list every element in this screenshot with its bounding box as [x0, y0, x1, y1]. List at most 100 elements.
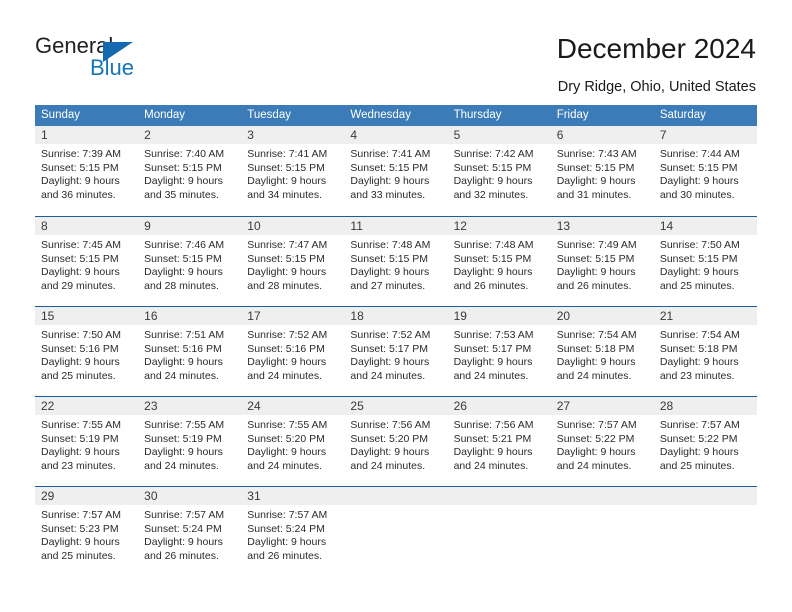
- day-details: Sunrise: 7:49 AM Sunset: 5:15 PM Dayligh…: [551, 235, 654, 293]
- day-cell[interactable]: 30 Sunrise: 7:57 AM Sunset: 5:24 PM Dayl…: [138, 487, 242, 576]
- day-cell[interactable]: 4 Sunrise: 7:41 AM Sunset: 5:15 PM Dayli…: [344, 126, 448, 216]
- daylight-text-line2: and 24 minutes.: [556, 369, 632, 382]
- daylight-text-line2: and 25 minutes.: [659, 279, 735, 292]
- day-cell[interactable]: 6 Sunrise: 7:43 AM Sunset: 5:15 PM Dayli…: [550, 126, 654, 216]
- daylight-text-line1: Daylight: 9 hours: [556, 446, 636, 459]
- day-number: 8: [35, 217, 139, 235]
- day-details: [344, 505, 447, 509]
- weekday-header-monday: Monday: [144, 109, 186, 121]
- day-cell[interactable]: 14 Sunrise: 7:50 AM Sunset: 5:15 PM Dayl…: [653, 217, 757, 306]
- weekday-header-saturday: Saturday: [659, 109, 706, 121]
- day-cell[interactable]: 26 Sunrise: 7:56 AM Sunset: 5:21 PM Dayl…: [447, 397, 551, 486]
- daylight-text-line2: and 26 minutes.: [556, 279, 632, 292]
- day-cell[interactable]: 3 Sunrise: 7:41 AM Sunset: 5:15 PM Dayli…: [241, 126, 345, 216]
- day-cell[interactable]: 11 Sunrise: 7:48 AM Sunset: 5:15 PM Dayl…: [344, 217, 448, 306]
- daylight-text-line1: Daylight: 9 hours: [453, 446, 533, 459]
- week-row: 29 Sunrise: 7:57 AM Sunset: 5:23 PM Dayl…: [35, 486, 757, 576]
- day-cell[interactable]: 17 Sunrise: 7:52 AM Sunset: 5:16 PM Dayl…: [241, 307, 345, 396]
- day-cell[interactable]: 2 Sunrise: 7:40 AM Sunset: 5:15 PM Dayli…: [138, 126, 242, 216]
- daylight-text-line2: and 32 minutes.: [453, 188, 529, 201]
- daylight-text-line1: Daylight: 9 hours: [247, 356, 327, 369]
- day-details: Sunrise: 7:43 AM Sunset: 5:15 PM Dayligh…: [551, 144, 654, 202]
- daylight-text-line2: and 25 minutes.: [659, 459, 735, 472]
- day-number: 24: [241, 397, 345, 415]
- day-cell[interactable]: 27 Sunrise: 7:57 AM Sunset: 5:22 PM Dayl…: [550, 397, 654, 486]
- day-cell[interactable]: 21 Sunrise: 7:54 AM Sunset: 5:18 PM Dayl…: [653, 307, 757, 396]
- day-cell[interactable]: 29 Sunrise: 7:57 AM Sunset: 5:23 PM Dayl…: [35, 487, 139, 576]
- day-details: Sunrise: 7:46 AM Sunset: 5:15 PM Dayligh…: [138, 235, 241, 293]
- generalblue-logo[interactable]: General Blue: [35, 34, 215, 86]
- day-cell[interactable]: 20 Sunrise: 7:54 AM Sunset: 5:18 PM Dayl…: [550, 307, 654, 396]
- day-number: 28: [653, 397, 757, 415]
- week-row: 1 Sunrise: 7:39 AM Sunset: 5:15 PM Dayli…: [35, 126, 757, 216]
- sunrise-text: Sunrise: 7:50 AM: [659, 239, 740, 251]
- sunrise-text: Sunrise: 7:40 AM: [144, 148, 225, 160]
- day-cell[interactable]: 25 Sunrise: 7:56 AM Sunset: 5:20 PM Dayl…: [344, 397, 448, 486]
- day-details: Sunrise: 7:51 AM Sunset: 5:16 PM Dayligh…: [138, 325, 241, 383]
- sunset-text: Sunset: 5:15 PM: [556, 252, 635, 265]
- day-cell-empty: [550, 487, 654, 576]
- sunset-text: Sunset: 5:16 PM: [144, 342, 222, 355]
- daylight-text-line1: Daylight: 9 hours: [247, 266, 327, 279]
- day-number: 4: [344, 126, 448, 144]
- daylight-text-line2: and 28 minutes.: [144, 279, 219, 292]
- day-number: 21: [653, 307, 757, 325]
- sunrise-text: Sunrise: 7:39 AM: [41, 148, 121, 160]
- daylight-text-line1: Daylight: 9 hours: [556, 175, 636, 188]
- daylight-text-line1: Daylight: 9 hours: [41, 446, 120, 459]
- day-details: Sunrise: 7:48 AM Sunset: 5:15 PM Dayligh…: [448, 235, 551, 293]
- sunset-text: Sunset: 5:15 PM: [556, 161, 635, 174]
- day-details: Sunrise: 7:54 AM Sunset: 5:18 PM Dayligh…: [654, 325, 757, 383]
- day-number: [653, 487, 757, 505]
- day-cell[interactable]: 1 Sunrise: 7:39 AM Sunset: 5:15 PM Dayli…: [35, 126, 139, 216]
- day-details: Sunrise: 7:56 AM Sunset: 5:21 PM Dayligh…: [448, 415, 551, 473]
- sunset-text: Sunset: 5:17 PM: [453, 342, 532, 355]
- sunset-text: Sunset: 5:15 PM: [453, 252, 532, 265]
- page-title: December 2024: [556, 33, 756, 64]
- daylight-text-line1: Daylight: 9 hours: [659, 446, 739, 459]
- sunrise-text: Sunrise: 7:55 AM: [247, 419, 328, 431]
- day-cell[interactable]: 22 Sunrise: 7:55 AM Sunset: 5:19 PM Dayl…: [35, 397, 139, 486]
- week-row: 8 Sunrise: 7:45 AM Sunset: 5:15 PM Dayli…: [35, 216, 757, 306]
- day-cell[interactable]: 7 Sunrise: 7:44 AM Sunset: 5:15 PM Dayli…: [653, 126, 757, 216]
- day-cell[interactable]: 16 Sunrise: 7:51 AM Sunset: 5:16 PM Dayl…: [138, 307, 242, 396]
- day-details: Sunrise: 7:57 AM Sunset: 5:22 PM Dayligh…: [654, 415, 757, 473]
- sunset-text: Sunset: 5:24 PM: [144, 522, 222, 535]
- sunrise-text: Sunrise: 7:56 AM: [453, 419, 534, 431]
- day-cell[interactable]: 28 Sunrise: 7:57 AM Sunset: 5:22 PM Dayl…: [653, 397, 757, 486]
- day-cell[interactable]: 18 Sunrise: 7:52 AM Sunset: 5:17 PM Dayl…: [344, 307, 448, 396]
- day-cell[interactable]: 15 Sunrise: 7:50 AM Sunset: 5:16 PM Dayl…: [35, 307, 139, 396]
- day-cell[interactable]: 23 Sunrise: 7:55 AM Sunset: 5:19 PM Dayl…: [138, 397, 242, 486]
- day-cell[interactable]: 31 Sunrise: 7:57 AM Sunset: 5:24 PM Dayl…: [241, 487, 345, 576]
- day-cell[interactable]: 8 Sunrise: 7:45 AM Sunset: 5:15 PM Dayli…: [35, 217, 139, 306]
- sunrise-text: Sunrise: 7:43 AM: [556, 148, 637, 160]
- sunrise-text: Sunrise: 7:48 AM: [350, 239, 431, 251]
- daylight-text-line1: Daylight: 9 hours: [453, 266, 533, 279]
- day-details: Sunrise: 7:53 AM Sunset: 5:17 PM Dayligh…: [448, 325, 551, 383]
- sunrise-text: Sunrise: 7:41 AM: [350, 148, 431, 160]
- sunrise-text: Sunrise: 7:41 AM: [247, 148, 328, 160]
- day-cell[interactable]: 10 Sunrise: 7:47 AM Sunset: 5:15 PM Dayl…: [241, 217, 345, 306]
- day-details: [448, 505, 551, 509]
- day-cell-empty: [344, 487, 448, 576]
- page-header: General Blue December 2024 Dry Ridge, Oh…: [0, 0, 792, 100]
- day-cell[interactable]: 12 Sunrise: 7:48 AM Sunset: 5:15 PM Dayl…: [447, 217, 551, 306]
- daylight-text-line1: Daylight: 9 hours: [453, 356, 533, 369]
- daylight-text-line2: and 24 minutes.: [556, 459, 632, 472]
- sunset-text: Sunset: 5:15 PM: [144, 252, 222, 265]
- day-cell[interactable]: 19 Sunrise: 7:53 AM Sunset: 5:17 PM Dayl…: [447, 307, 551, 396]
- day-details: Sunrise: 7:42 AM Sunset: 5:15 PM Dayligh…: [448, 144, 551, 202]
- daylight-text-line1: Daylight: 9 hours: [144, 536, 223, 549]
- day-number: 19: [447, 307, 551, 325]
- day-cell[interactable]: 9 Sunrise: 7:46 AM Sunset: 5:15 PM Dayli…: [138, 217, 242, 306]
- day-details: Sunrise: 7:57 AM Sunset: 5:22 PM Dayligh…: [551, 415, 654, 473]
- day-details: Sunrise: 7:52 AM Sunset: 5:17 PM Dayligh…: [344, 325, 447, 383]
- day-number: 17: [241, 307, 345, 325]
- day-cell[interactable]: 5 Sunrise: 7:42 AM Sunset: 5:15 PM Dayli…: [447, 126, 551, 216]
- day-details: Sunrise: 7:57 AM Sunset: 5:24 PM Dayligh…: [241, 505, 344, 563]
- day-cell[interactable]: 24 Sunrise: 7:55 AM Sunset: 5:20 PM Dayl…: [241, 397, 345, 486]
- sunrise-text: Sunrise: 7:57 AM: [556, 419, 637, 431]
- daylight-text-line1: Daylight: 9 hours: [41, 266, 120, 279]
- day-cell[interactable]: 13 Sunrise: 7:49 AM Sunset: 5:15 PM Dayl…: [550, 217, 654, 306]
- sunset-text: Sunset: 5:19 PM: [41, 432, 119, 445]
